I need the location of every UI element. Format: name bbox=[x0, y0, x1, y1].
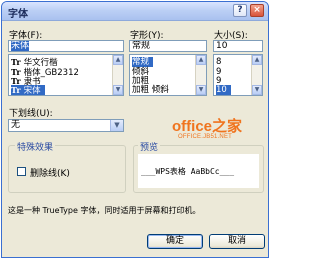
cancel-button[interactable]: 取消 bbox=[209, 234, 265, 249]
preview-box: ___WPS表格 AaBbCc___ bbox=[138, 154, 259, 188]
font-list-item-selected[interactable]: Tr 宋体 bbox=[11, 85, 45, 95]
scroll-down-icon[interactable]: ▼ bbox=[196, 85, 206, 95]
size-list-item-selected[interactable]: 10 bbox=[216, 85, 231, 95]
preview-sample: ___WPS表格 AaBbCc___ bbox=[141, 167, 235, 176]
watermark-brand: office之家 bbox=[172, 118, 243, 135]
help-button[interactable]: ? bbox=[233, 4, 247, 17]
preview-group-label: 预览 bbox=[138, 140, 161, 153]
font-info-text: 这是一种 TrueType 字体，同时适用于屏幕和打印机。 bbox=[8, 206, 201, 215]
preview-group: 预览 ___WPS表格 AaBbCc___ bbox=[133, 140, 264, 193]
chevron-down-icon[interactable]: ▼ bbox=[110, 120, 123, 131]
effects-group: 特殊效果 删除线(K) bbox=[8, 140, 126, 193]
size-list[interactable]: 8 9 9 10 ▲ ▼ bbox=[213, 54, 263, 96]
font-list[interactable]: Tr 华文行楷 Tr 楷体_GB2312 Tr 隶书 Tr 宋体 ▲ ▼ bbox=[8, 54, 124, 96]
size-input[interactable]: 10 bbox=[213, 40, 263, 52]
strikeout-label[interactable]: 删除线(K) bbox=[30, 166, 70, 179]
font-dialog: 字体 ? × 字体(F): 宋体 Tr 华文行楷 Tr 楷体_GB2312 Tr 隶书… bbox=[1, 1, 269, 258]
size-list-scrollbar[interactable]: ▲ ▼ bbox=[251, 55, 262, 95]
watermark-url: OFFICE.JB51.NET bbox=[178, 134, 233, 140]
effects-group-label: 特殊效果 bbox=[15, 140, 56, 153]
truetype-icon: Tr bbox=[11, 85, 21, 95]
underline-select[interactable]: 无 ▼ bbox=[8, 119, 124, 132]
scroll-up-icon[interactable]: ▲ bbox=[113, 55, 123, 65]
font-input-value: 宋体 bbox=[11, 41, 30, 51]
font-list-scrollbar[interactable]: ▲ ▼ bbox=[112, 55, 123, 95]
truetype-icon: Tr bbox=[11, 57, 21, 67]
ok-button[interactable]: 确定 bbox=[147, 234, 203, 249]
size-list-item[interactable]: 8 bbox=[216, 57, 221, 67]
title-bar[interactable]: 字体 ? × bbox=[2, 2, 268, 21]
style-input[interactable]: 常规 bbox=[129, 40, 207, 52]
style-list-item[interactable]: 加粗 倾斜 bbox=[132, 85, 169, 95]
dialog-title: 字体 bbox=[8, 9, 28, 20]
font-list-item[interactable]: Tr 华文行楷 bbox=[11, 57, 58, 68]
style-list-scrollbar[interactable]: ▲ ▼ bbox=[195, 55, 206, 95]
close-button[interactable]: × bbox=[250, 4, 264, 17]
style-list[interactable]: 常规 倾斜 加粗 加粗 倾斜 ▲ ▼ bbox=[129, 54, 207, 96]
font-input[interactable]: 宋体 bbox=[8, 40, 124, 52]
scroll-down-icon[interactable]: ▼ bbox=[113, 85, 123, 95]
style-list-item-selected[interactable]: 常规 bbox=[132, 57, 154, 67]
strikeout-checkbox[interactable] bbox=[17, 167, 26, 176]
underline-value: 无 bbox=[11, 120, 21, 130]
scroll-up-icon[interactable]: ▲ bbox=[196, 55, 206, 65]
underline-label: 下划线(U): bbox=[9, 109, 53, 119]
scroll-up-icon[interactable]: ▲ bbox=[252, 55, 262, 65]
scroll-down-icon[interactable]: ▼ bbox=[252, 85, 262, 95]
